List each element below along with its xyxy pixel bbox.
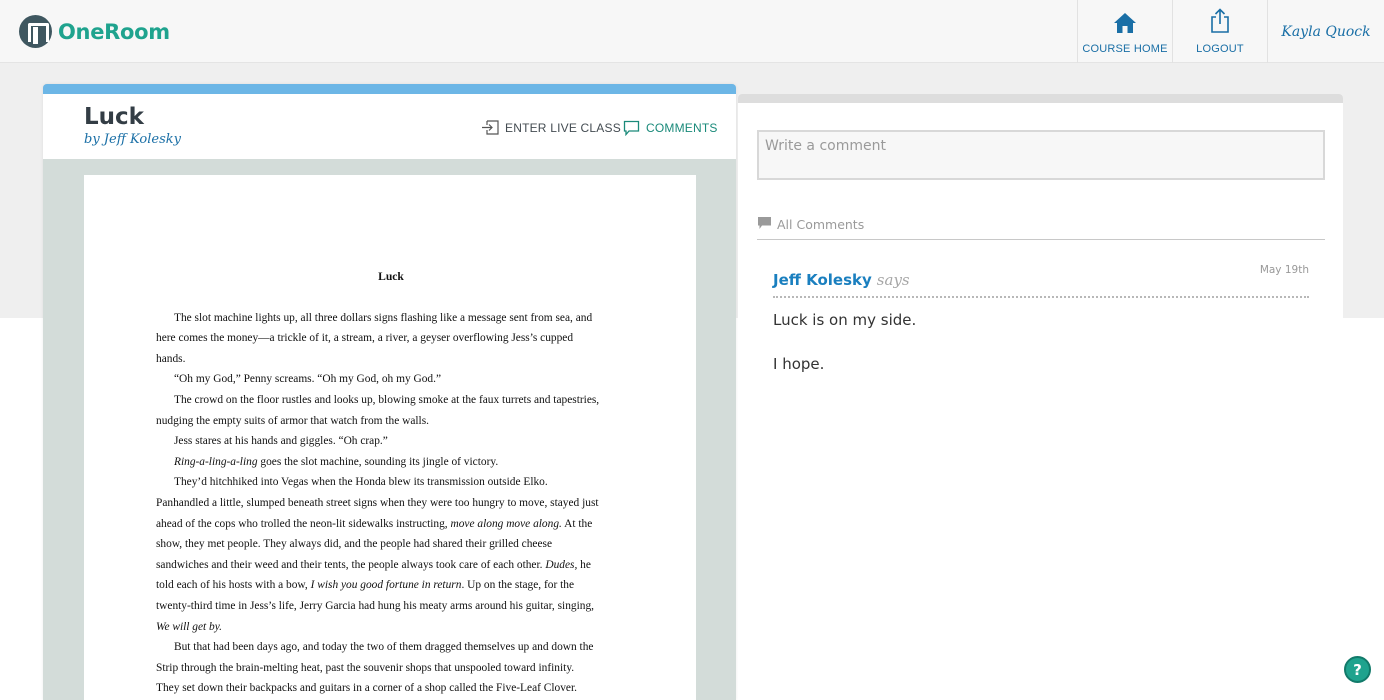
page-line-italic: move along move along. xyxy=(450,517,562,530)
logout-label: LOGOUT xyxy=(1196,43,1244,55)
page-line: The slot machine lights up, all three do… xyxy=(174,311,593,324)
page-line: sandwiches and their weed and their tent… xyxy=(156,558,591,571)
page-line: But that had been days ago, and today th… xyxy=(174,641,594,654)
comment-text: Luck is on my side. xyxy=(773,311,917,329)
document-author[interactable]: by Jeff Kolesky xyxy=(84,132,181,147)
page-line: Jess stares at his hands and giggles. “O… xyxy=(174,435,388,448)
page-line: twenty-third time in Jess’s life, Jerry … xyxy=(156,599,594,612)
comment-input[interactable]: Write a comment xyxy=(757,130,1325,180)
document-title: Luck xyxy=(84,104,144,130)
page-line: ahead of the cops who trolled the neon-l… xyxy=(156,517,593,530)
all-comments-header: All Comments xyxy=(757,214,1325,240)
top-bar: OneRoom COURSE HOME LOGOUT Kayla Quock xyxy=(0,0,1384,63)
comment-author[interactable]: Jeff Kolesky xyxy=(773,271,872,289)
page-line-italic: Dudes, xyxy=(545,558,578,571)
logout-button[interactable]: LOGOUT xyxy=(1172,0,1267,63)
logout-icon xyxy=(1209,8,1231,38)
page-line: show, they met people. They always did, … xyxy=(156,538,553,551)
document-accent-strip xyxy=(43,84,736,94)
comments-toggle-button[interactable]: COMMENTS xyxy=(623,120,718,136)
comment-text: I hope. xyxy=(773,355,825,373)
page-line: They set down their backpacks and guitar… xyxy=(156,682,577,695)
help-button[interactable]: ? xyxy=(1344,656,1371,683)
comment-body: Luck is on my side. I hope. xyxy=(773,309,1309,375)
page-line: “Oh my God,” Penny screams. “Oh my God, … xyxy=(174,373,442,386)
user-name: Kayla Quock xyxy=(1281,23,1371,40)
comment-date: May 19th xyxy=(1259,264,1309,276)
document-body: Luck The slot machine lights up, all thr… xyxy=(156,267,626,699)
home-icon xyxy=(1113,12,1137,38)
course-home-button[interactable]: COURSE HOME xyxy=(1077,0,1172,63)
page-line: Ring-a-ling-a-ling goes the slot machine… xyxy=(174,455,499,468)
page-line-italic: We will get by. xyxy=(156,620,223,633)
document-page: Luck The slot machine lights up, all thr… xyxy=(84,175,696,700)
comment-says: says xyxy=(876,271,910,289)
page-line: told each of his hosts with a bow, I wis… xyxy=(156,579,575,592)
app-name: OneRoom xyxy=(58,19,170,44)
document-header: Luck by Jeff Kolesky ENTER LIVE CLASS CO… xyxy=(43,94,736,159)
page-line: Panhandled a little, slumped beneath str… xyxy=(156,496,599,509)
page-lines: The slot machine lights up, all three do… xyxy=(156,308,626,699)
comments-panel: Write a comment All Comments Jeff Kolesk… xyxy=(738,94,1343,700)
user-menu[interactable]: Kayla Quock xyxy=(1267,0,1384,63)
page-line: The crowd on the floor rustles and looks… xyxy=(174,393,600,406)
page-line: Strip through the brain-melting heat, pa… xyxy=(156,661,575,674)
page-line: nudging the empty suits of armor that wa… xyxy=(156,414,430,427)
course-home-label: COURSE HOME xyxy=(1082,43,1168,55)
page-line: here comes the money—a trickle of it, a … xyxy=(156,332,574,345)
enter-live-class-label: ENTER LIVE CLASS xyxy=(505,120,621,135)
document-panel: Luck by Jeff Kolesky ENTER LIVE CLASS CO… xyxy=(43,84,736,700)
page-line: They’d hitchhiked into Vegas when the Ho… xyxy=(174,476,548,489)
page-line: We will get by. xyxy=(156,617,626,638)
page-line: hands. xyxy=(156,352,186,365)
page-title: Luck xyxy=(378,270,404,283)
comment-header: Jeff Kolesky says May 19th xyxy=(773,264,1309,298)
help-icon: ? xyxy=(1353,660,1362,679)
comment-item: Jeff Kolesky says May 19th Luck is on my … xyxy=(773,264,1309,375)
enter-class-icon xyxy=(481,120,499,135)
comments-list-icon xyxy=(757,215,772,234)
comments-accent-strip xyxy=(738,94,1343,103)
logo-icon xyxy=(19,15,52,48)
page-line-italic: I wish you good fortune in return xyxy=(310,579,462,592)
comment-icon xyxy=(623,120,640,136)
oneroom-logo[interactable]: OneRoom xyxy=(19,15,170,48)
all-comments-label: All Comments xyxy=(777,217,865,232)
enter-live-class-button[interactable]: ENTER LIVE CLASS xyxy=(481,120,621,135)
comments-label: COMMENTS xyxy=(646,121,718,135)
page-line-italic: Ring-a-ling-a-ling xyxy=(174,455,258,468)
